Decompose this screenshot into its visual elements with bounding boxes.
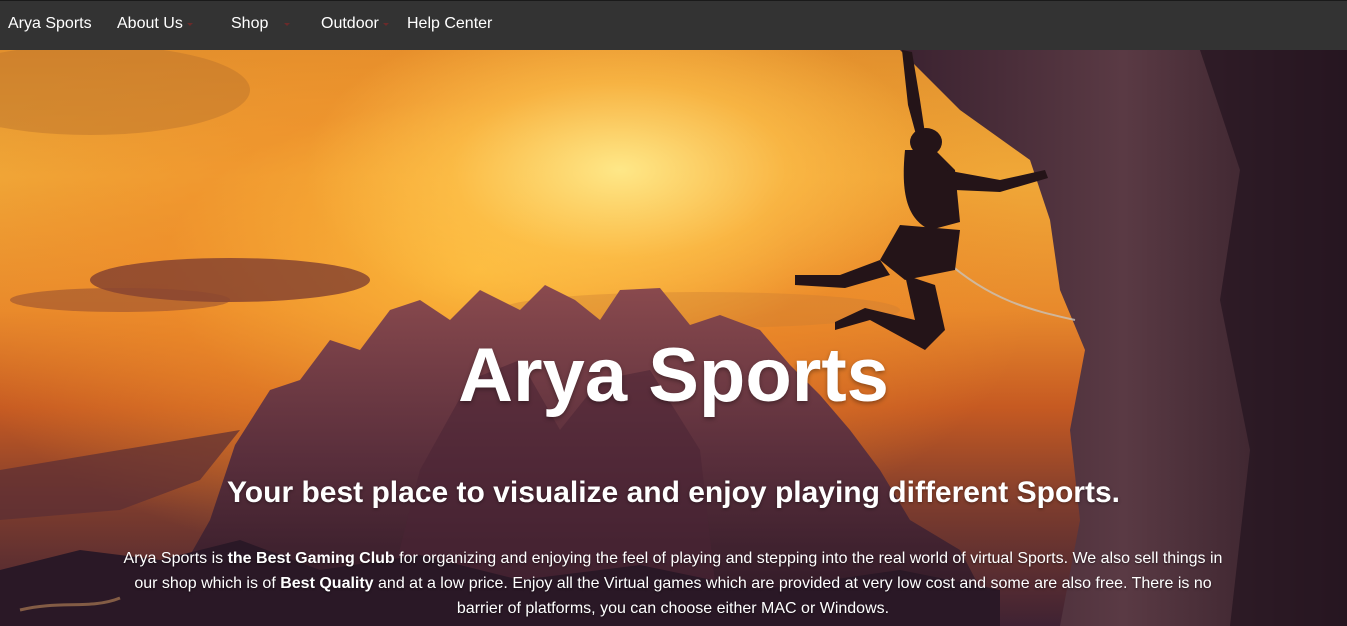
nav-item-label: Shop [231, 15, 269, 32]
hero-description: Arya Sports is the Best Gaming Club for … [118, 546, 1228, 621]
nav-item-label: Outdoor [321, 15, 379, 32]
nav-item-label: About Us [117, 15, 183, 32]
hero-title: Arya Sports [458, 333, 889, 418]
hero-description-text: Arya Sports is [123, 550, 228, 567]
nav-item-help-center[interactable]: Help Center [407, 15, 492, 33]
hero-subtitle: Your best place to visualize and enjoy p… [227, 476, 1120, 509]
nav-item-shop[interactable]: Shop [231, 15, 290, 33]
hero-description-highlight: the Best Gaming Club [227, 550, 395, 567]
caret-down-icon [284, 23, 290, 26]
hero-description-highlight: Best Quality [280, 575, 374, 592]
nav-item-outdoor[interactable]: Outdoor [321, 15, 389, 33]
caret-down-icon [187, 23, 193, 26]
top-navbar: Arya Sports About Us Shop Outdoor Help C… [0, 0, 1347, 50]
nav-item-about-us[interactable]: About Us [117, 15, 193, 33]
nav-brand-link[interactable]: Arya Sports [8, 15, 92, 33]
caret-down-icon [383, 23, 389, 26]
hero-section: Arya Sports Your best place to visualize… [0, 50, 1347, 626]
nav-item-label: Help Center [407, 15, 493, 32]
hero-description-text: and at a low price. Enjoy all the Virtua… [373, 575, 1212, 617]
